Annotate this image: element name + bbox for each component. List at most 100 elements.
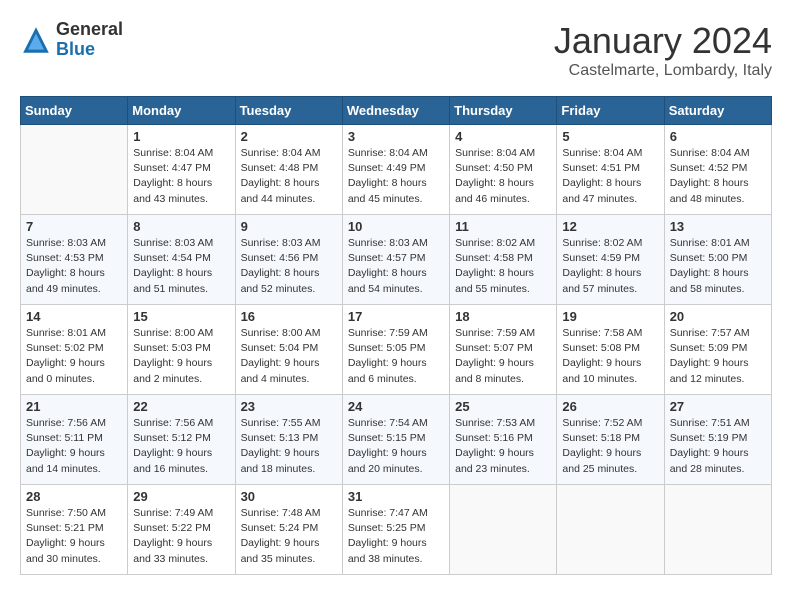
calendar-cell: 14 Sunrise: 8:01 AMSunset: 5:02 PMDayligh… (21, 305, 128, 395)
day-info: Sunrise: 8:04 AMSunset: 4:47 PMDaylight:… (133, 146, 229, 207)
day-number: 24 (348, 399, 444, 414)
day-info: Sunrise: 7:54 AMSunset: 5:15 PMDaylight:… (348, 416, 444, 477)
calendar-cell: 18 Sunrise: 7:59 AMSunset: 5:07 PMDayligh… (450, 305, 557, 395)
day-info: Sunrise: 7:47 AMSunset: 5:25 PMDaylight:… (348, 506, 444, 567)
day-number: 19 (562, 309, 658, 324)
day-info: Sunrise: 8:03 AMSunset: 4:56 PMDaylight:… (241, 236, 337, 297)
day-number: 5 (562, 129, 658, 144)
day-info: Sunrise: 7:49 AMSunset: 5:22 PMDaylight:… (133, 506, 229, 567)
weekday-header-thursday: Thursday (450, 97, 557, 125)
day-info: Sunrise: 8:04 AMSunset: 4:51 PMDaylight:… (562, 146, 658, 207)
calendar-cell (557, 485, 664, 575)
day-info: Sunrise: 7:52 AMSunset: 5:18 PMDaylight:… (562, 416, 658, 477)
day-number: 13 (670, 219, 766, 234)
location-title: Castelmarte, Lombardy, Italy (554, 62, 772, 80)
calendar-cell (450, 485, 557, 575)
day-number: 31 (348, 489, 444, 504)
calendar-cell: 12 Sunrise: 8:02 AMSunset: 4:59 PMDayligh… (557, 215, 664, 305)
month-title: January 2024 (554, 20, 772, 62)
calendar-cell: 6 Sunrise: 8:04 AMSunset: 4:52 PMDaylight… (664, 125, 771, 215)
calendar-cell: 2Sunrise: 8:04 AMSunset: 4:48 PMDaylight… (235, 125, 342, 215)
calendar-week-row: 7 Sunrise: 8:03 AMSunset: 4:53 PMDaylight… (21, 215, 772, 305)
calendar-cell: 8Sunrise: 8:03 AMSunset: 4:54 PMDaylight… (128, 215, 235, 305)
day-number: 7 (26, 219, 122, 234)
calendar-cell: 27 Sunrise: 7:51 AMSunset: 5:19 PMDayligh… (664, 395, 771, 485)
calendar-cell: 3 Sunrise: 8:04 AMSunset: 4:49 PMDaylight… (342, 125, 449, 215)
calendar-cell: 15 Sunrise: 8:00 AMSunset: 5:03 PMDayligh… (128, 305, 235, 395)
day-number: 4 (455, 129, 551, 144)
calendar-cell: 13 Sunrise: 8:01 AMSunset: 5:00 PMDayligh… (664, 215, 771, 305)
day-info: Sunrise: 7:58 AMSunset: 5:08 PMDaylight:… (562, 326, 658, 387)
day-number: 29 (133, 489, 229, 504)
calendar-cell: 22 Sunrise: 7:56 AMSunset: 5:12 PMDayligh… (128, 395, 235, 485)
day-number: 6 (670, 129, 766, 144)
calendar-cell: 23Sunrise: 7:55 AMSunset: 5:13 PMDayligh… (235, 395, 342, 485)
day-info: Sunrise: 8:02 AMSunset: 4:58 PMDaylight:… (455, 236, 551, 297)
logo: General Blue (20, 20, 123, 60)
calendar-cell: 1Sunrise: 8:04 AMSunset: 4:47 PMDaylight… (128, 125, 235, 215)
day-number: 3 (348, 129, 444, 144)
day-info: Sunrise: 8:01 AMSunset: 5:02 PMDaylight:… (26, 326, 122, 387)
calendar-cell: 19 Sunrise: 7:58 AMSunset: 5:08 PMDayligh… (557, 305, 664, 395)
day-info: Sunrise: 8:00 AMSunset: 5:03 PMDaylight:… (133, 326, 229, 387)
calendar-cell: 9 Sunrise: 8:03 AMSunset: 4:56 PMDaylight… (235, 215, 342, 305)
calendar-cell: 24 Sunrise: 7:54 AMSunset: 5:15 PMDayligh… (342, 395, 449, 485)
day-info: Sunrise: 7:53 AMSunset: 5:16 PMDaylight:… (455, 416, 551, 477)
day-number: 12 (562, 219, 658, 234)
calendar-cell: 11Sunrise: 8:02 AMSunset: 4:58 PMDayligh… (450, 215, 557, 305)
day-number: 15 (133, 309, 229, 324)
day-info: Sunrise: 8:00 AMSunset: 5:04 PMDaylight:… (241, 326, 337, 387)
day-number: 21 (26, 399, 122, 414)
day-number: 10 (348, 219, 444, 234)
calendar-cell: 25 Sunrise: 7:53 AMSunset: 5:16 PMDayligh… (450, 395, 557, 485)
calendar-cell: 30 Sunrise: 7:48 AMSunset: 5:24 PMDayligh… (235, 485, 342, 575)
day-number: 14 (26, 309, 122, 324)
day-info: Sunrise: 8:03 AMSunset: 4:57 PMDaylight:… (348, 236, 444, 297)
day-number: 2 (241, 129, 337, 144)
day-number: 17 (348, 309, 444, 324)
day-info: Sunrise: 8:03 AMSunset: 4:53 PMDaylight:… (26, 236, 122, 297)
calendar-cell: 16Sunrise: 8:00 AMSunset: 5:04 PMDayligh… (235, 305, 342, 395)
day-info: Sunrise: 7:57 AMSunset: 5:09 PMDaylight:… (670, 326, 766, 387)
calendar-table: SundayMondayTuesdayWednesdayThursdayFrid… (20, 96, 772, 575)
day-info: Sunrise: 7:48 AMSunset: 5:24 PMDaylight:… (241, 506, 337, 567)
calendar-cell: 7 Sunrise: 8:03 AMSunset: 4:53 PMDaylight… (21, 215, 128, 305)
day-number: 18 (455, 309, 551, 324)
weekday-header-row: SundayMondayTuesdayWednesdayThursdayFrid… (21, 97, 772, 125)
calendar-cell: 5 Sunrise: 8:04 AMSunset: 4:51 PMDaylight… (557, 125, 664, 215)
calendar-week-row: 14 Sunrise: 8:01 AMSunset: 5:02 PMDayligh… (21, 305, 772, 395)
weekday-header-wednesday: Wednesday (342, 97, 449, 125)
weekday-header-monday: Monday (128, 97, 235, 125)
day-number: 9 (241, 219, 337, 234)
calendar-cell (664, 485, 771, 575)
day-info: Sunrise: 8:04 AMSunset: 4:50 PMDaylight:… (455, 146, 551, 207)
calendar-cell: 29 Sunrise: 7:49 AMSunset: 5:22 PMDayligh… (128, 485, 235, 575)
day-info: Sunrise: 7:50 AMSunset: 5:21 PMDaylight:… (26, 506, 122, 567)
day-number: 25 (455, 399, 551, 414)
weekday-header-tuesday: Tuesday (235, 97, 342, 125)
day-number: 20 (670, 309, 766, 324)
day-info: Sunrise: 8:01 AMSunset: 5:00 PMDaylight:… (670, 236, 766, 297)
day-number: 30 (241, 489, 337, 504)
day-info: Sunrise: 7:59 AMSunset: 5:07 PMDaylight:… (455, 326, 551, 387)
calendar-cell: 17Sunrise: 7:59 AMSunset: 5:05 PMDayligh… (342, 305, 449, 395)
day-number: 23 (241, 399, 337, 414)
day-info: Sunrise: 7:56 AMSunset: 5:12 PMDaylight:… (133, 416, 229, 477)
day-info: Sunrise: 8:04 AMSunset: 4:49 PMDaylight:… (348, 146, 444, 207)
calendar-week-row: 21 Sunrise: 7:56 AMSunset: 5:11 PMDayligh… (21, 395, 772, 485)
calendar-cell: 4 Sunrise: 8:04 AMSunset: 4:50 PMDaylight… (450, 125, 557, 215)
day-number: 26 (562, 399, 658, 414)
page-header: General Blue January 2024 Castelmarte, L… (20, 20, 772, 80)
day-number: 27 (670, 399, 766, 414)
day-info: Sunrise: 7:51 AMSunset: 5:19 PMDaylight:… (670, 416, 766, 477)
weekday-header-saturday: Saturday (664, 97, 771, 125)
calendar-week-row: 1Sunrise: 8:04 AMSunset: 4:47 PMDaylight… (21, 125, 772, 215)
calendar-cell (21, 125, 128, 215)
day-info: Sunrise: 8:02 AMSunset: 4:59 PMDaylight:… (562, 236, 658, 297)
day-number: 22 (133, 399, 229, 414)
day-info: Sunrise: 8:04 AMSunset: 4:52 PMDaylight:… (670, 146, 766, 207)
day-info: Sunrise: 7:56 AMSunset: 5:11 PMDaylight:… (26, 416, 122, 477)
logo-text: General Blue (56, 20, 123, 60)
logo-icon (20, 24, 52, 56)
calendar-week-row: 28Sunrise: 7:50 AMSunset: 5:21 PMDayligh… (21, 485, 772, 575)
